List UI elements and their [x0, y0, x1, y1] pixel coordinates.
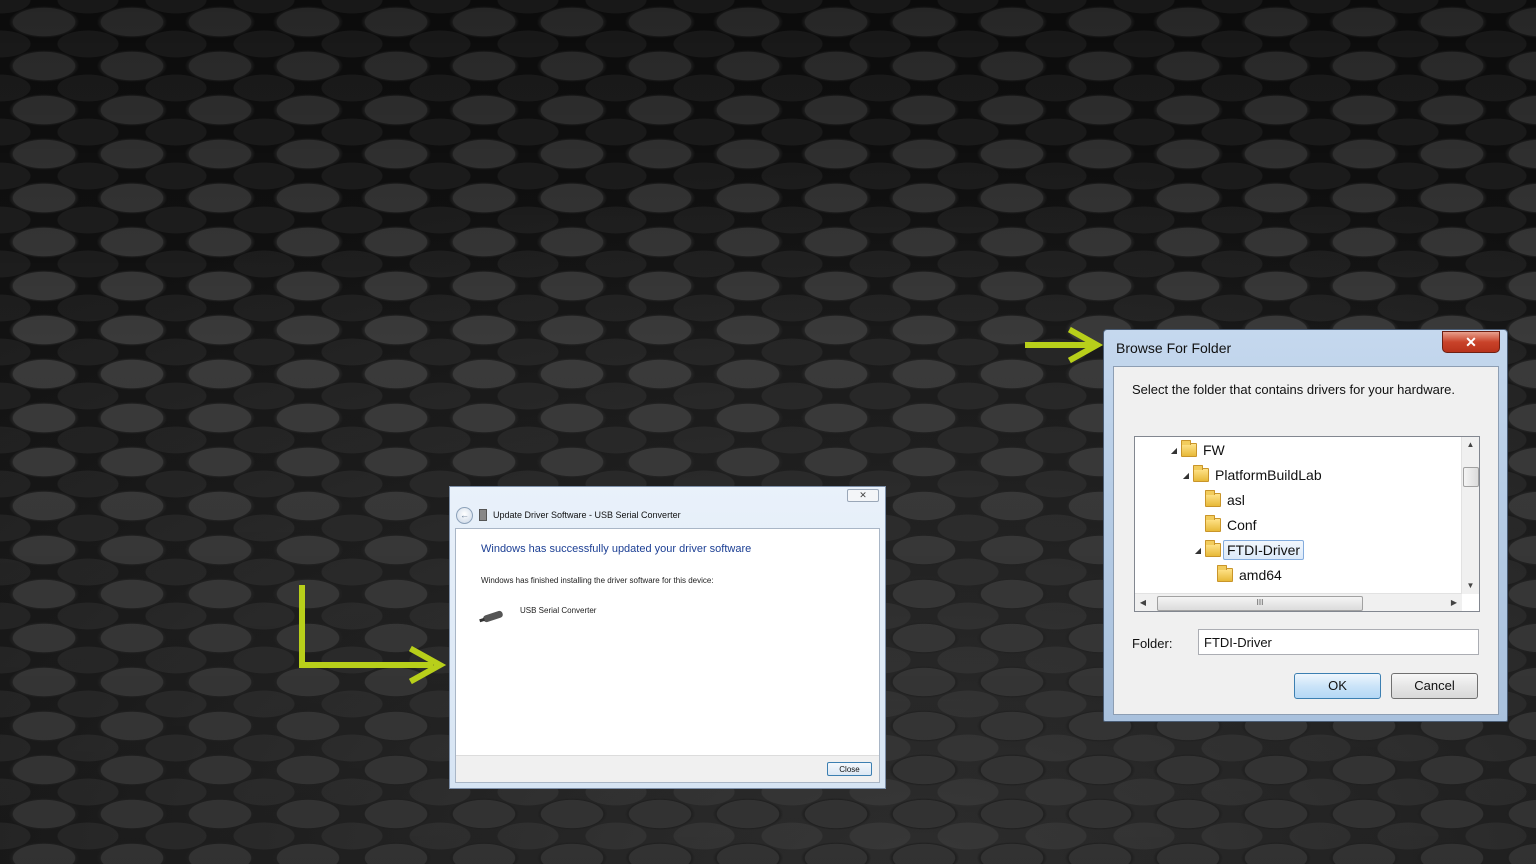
footer-bar: Close	[456, 755, 879, 782]
scroll-up-icon[interactable]: ▲	[1462, 437, 1479, 453]
update-driver-window: ✕ ← Update Driver Software - USB Serial …	[449, 486, 886, 789]
window-title: Browse For Folder	[1116, 340, 1232, 356]
folder-field-label: Folder:	[1132, 636, 1173, 651]
horizontal-scrollbar[interactable]: ◀ III ▶	[1135, 593, 1462, 611]
tree-item-label: Conf	[1227, 517, 1257, 533]
close-window-button[interactable]: ✕	[1442, 331, 1500, 353]
dialog-body: Select the folder that contains drivers …	[1113, 366, 1499, 715]
tree-item-label: FTDI-Driver	[1223, 540, 1305, 560]
folder-icon	[1181, 440, 1197, 457]
success-heading: Windows has successfully updated your dr…	[481, 543, 752, 555]
expander-icon[interactable]: ◢	[1181, 471, 1191, 480]
tree-item-fw[interactable]: ◢ FW	[1169, 439, 1225, 461]
folder-icon	[1205, 515, 1221, 532]
device-name: USB Serial Converter	[520, 606, 597, 615]
device-icon	[479, 509, 487, 521]
usb-device-icon	[482, 610, 504, 623]
expander-icon[interactable]: ◢	[1169, 446, 1179, 455]
folder-prompt: Select the folder that contains drivers …	[1132, 382, 1455, 397]
window-title: Update Driver Software - USB Serial Conv…	[493, 510, 681, 520]
folder-icon	[1205, 490, 1221, 507]
folder-input[interactable]	[1198, 629, 1479, 655]
back-arrow-icon[interactable]: ←	[456, 506, 473, 524]
folder-icon	[1193, 465, 1209, 482]
folder-icon	[1205, 540, 1221, 557]
finished-description: Windows has finished installing the driv…	[481, 576, 714, 585]
scroll-right-icon[interactable]: ▶	[1446, 594, 1462, 611]
tree-item-amd64[interactable]: amd64	[1205, 564, 1282, 586]
scroll-thumb[interactable]: III	[1157, 596, 1363, 611]
tree-item-label: PlatformBuildLab	[1215, 467, 1322, 483]
tree-item-label: amd64	[1239, 567, 1282, 583]
close-window-button[interactable]: ✕	[847, 489, 879, 502]
title-row: ← Update Driver Software - USB Serial Co…	[456, 506, 681, 524]
browse-folder-window: Browse For Folder ✕ Select the folder th…	[1103, 329, 1508, 722]
tree-item-ftdi-driver[interactable]: ◢ FTDI-Driver	[1193, 539, 1305, 561]
tree-item-conf[interactable]: Conf	[1193, 514, 1257, 536]
tree-item-label: asl	[1227, 492, 1245, 508]
scroll-thumb[interactable]	[1463, 467, 1479, 487]
close-button[interactable]: Close	[827, 762, 872, 776]
content-panel: Windows has successfully updated your dr…	[455, 528, 880, 783]
scroll-down-icon[interactable]: ▼	[1462, 578, 1479, 594]
expander-icon[interactable]: ◢	[1193, 546, 1203, 555]
cancel-button[interactable]: Cancel	[1391, 673, 1478, 699]
scroll-left-icon[interactable]: ◀	[1135, 594, 1151, 611]
folder-icon	[1217, 565, 1233, 582]
vertical-scrollbar[interactable]: ▲ ▼	[1461, 437, 1479, 594]
tree-item-asl[interactable]: asl	[1193, 489, 1245, 511]
tree-item-platformbuildlab[interactable]: ◢ PlatformBuildLab	[1181, 464, 1322, 486]
folder-tree[interactable]: ◢ FW ◢ PlatformBuildLab asl Conf ◢ FTDI-…	[1134, 436, 1480, 612]
ok-button[interactable]: OK	[1294, 673, 1381, 699]
tree-item-label: FW	[1203, 442, 1225, 458]
